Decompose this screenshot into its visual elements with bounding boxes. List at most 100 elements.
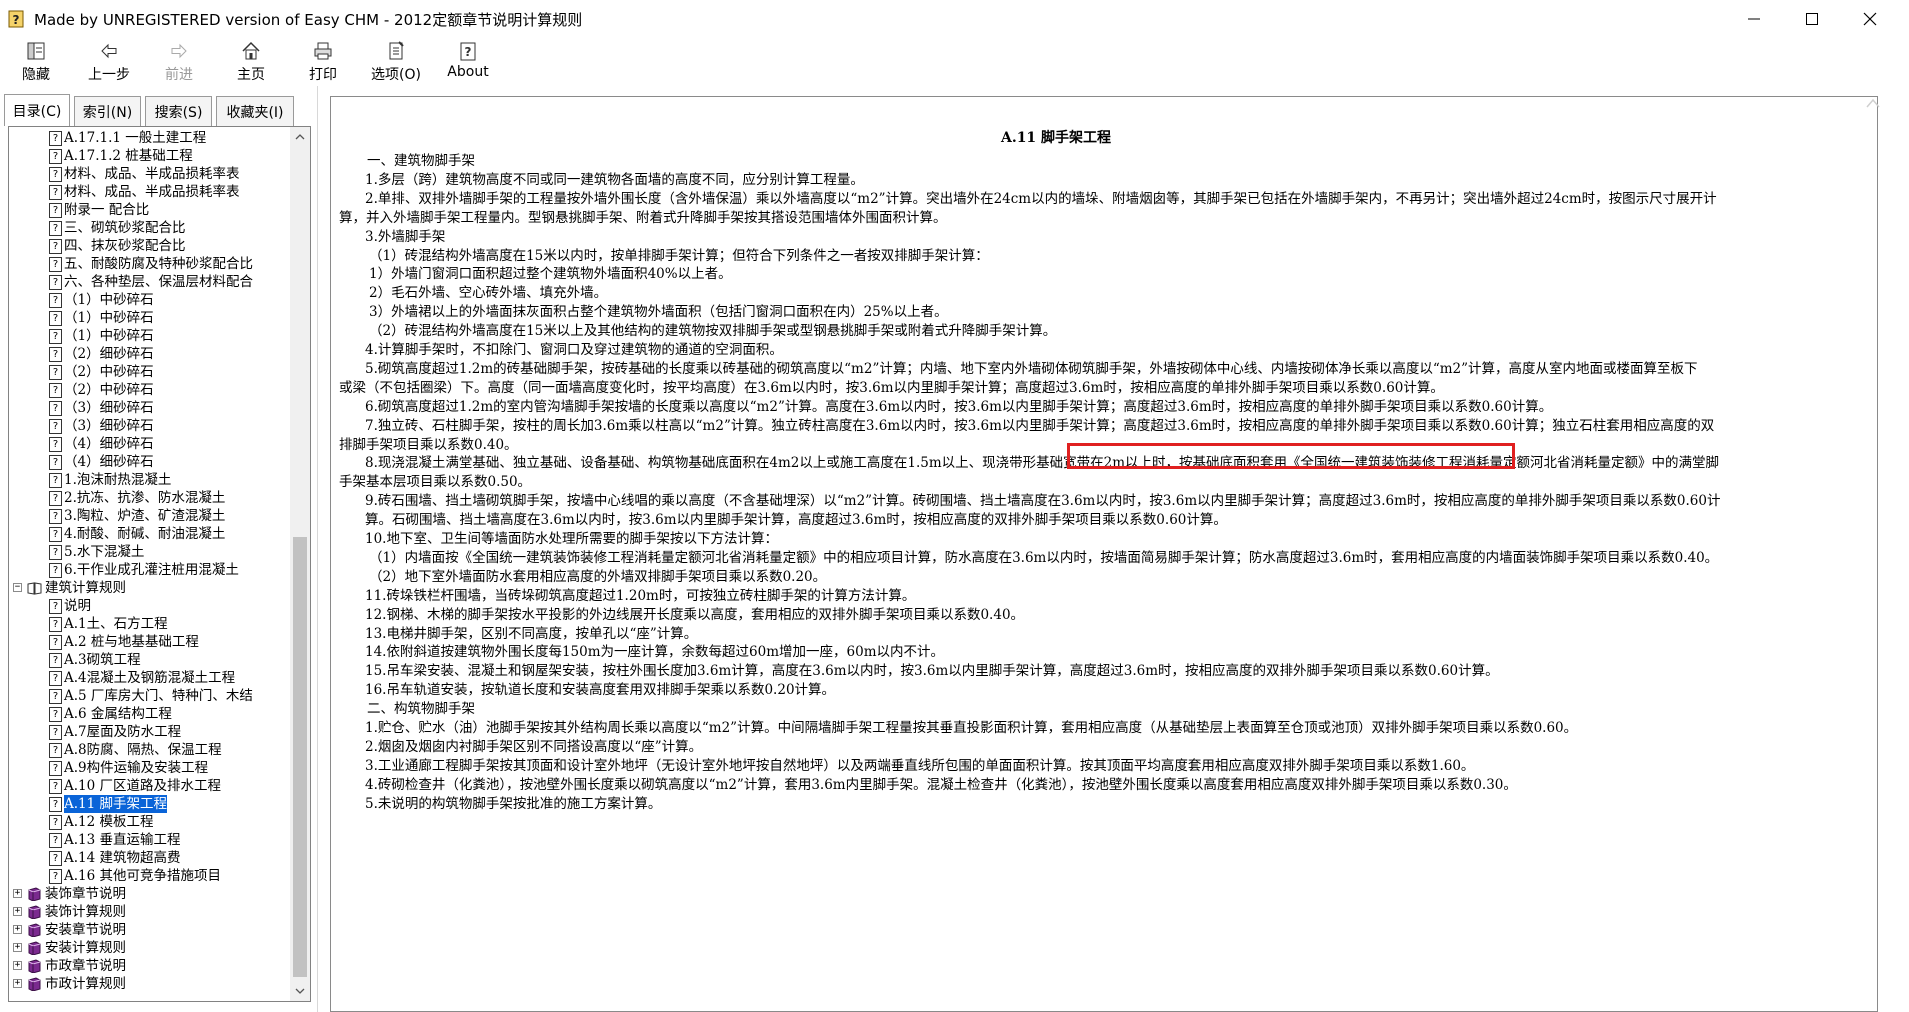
close-button[interactable] [1841,0,1899,38]
tree-item[interactable]: 安装计算规则 [27,939,126,957]
tree-item[interactable]: ? A.17.1.2 桩基础工程 [49,147,193,165]
topic-paragraph: 7.独立砖、石柱脚手架，按柱的周长加3.6m乘以柱高以“m2”计算。独立砖柱高度… [365,417,1715,434]
tab-favorites[interactable]: 收藏夹(I) [216,96,294,126]
tree-expander[interactable]: + [13,925,22,934]
help-topic-icon: ? [49,832,62,848]
tree-item[interactable]: ? A.17.1.1 一般土建工程 [49,129,206,147]
tree-item[interactable]: ? （2）中砂碎石 [49,363,154,381]
contents-tree: ? A.17.1.1 一般土建工程? A.17.1.2 桩基础工程? 材料、成品、半成… [8,126,311,1002]
forward-button[interactable]: 前进 [161,40,197,84]
tree-item[interactable]: ? 3.陶粒、炉渣、矿渣混凝土 [49,507,225,525]
minimize-button[interactable] [1725,0,1783,38]
about-button[interactable]: ? About [443,40,493,84]
topic-paragraph: （2）地下室外墙面防水套用相应高度的外墙双排脚手架项目乘以系数0.20。 [369,568,827,585]
content-scrollbar[interactable] [1858,86,1888,1012]
tree-item[interactable]: ? （4）细砂碎石 [49,453,154,471]
topic-paragraph: （1）内墙面按《全国统一建筑装饰装修工程消耗量定额河北省消耗量定额》中的相应项目… [369,549,1719,566]
tab-index[interactable]: 索引(N) [74,96,141,126]
tree-expander[interactable]: + [13,907,22,916]
tree-item[interactable]: ? 4.耐酸、耐碱、耐油混凝土 [49,525,225,543]
tree-item-selected[interactable]: ? A.11 脚手架工程 [49,795,168,813]
tree-item[interactable]: ? （1）中砂碎石 [49,327,154,345]
tree-expander[interactable]: + [13,961,22,970]
book-icon [28,905,41,919]
topic-paragraph: 算，并入外墙脚手架工程量内。型钢悬挑脚手架、附着式升降脚手架按其搭设范围墙体外围… [339,209,947,226]
tree-item[interactable]: ? （3）细砂碎石 [49,417,154,435]
tree-item[interactable]: ? 材料、成品、半成品损耗率表 [49,183,240,201]
help-topic-icon: ? [49,454,62,470]
tree-item[interactable]: ? 2.抗冻、抗渗、防水混凝土 [49,489,225,507]
tree-scroll-down-button[interactable] [290,981,310,1001]
options-button[interactable]: 选项(O) [368,40,424,84]
help-topic-icon: ? [49,490,62,506]
tree-item[interactable]: 装饰计算规则 [27,903,126,921]
tree-item[interactable]: ? A.7屋面及防水工程 [49,723,181,741]
tree-item[interactable]: ? （1）中砂碎石 [49,309,154,327]
tree-item-label: A.10 厂区道路及排水工程 [64,778,222,794]
tree-scrollbar[interactable] [290,127,310,1001]
about-label: About [447,64,489,80]
tree-scroll-up-button[interactable] [290,127,310,147]
maximize-button[interactable] [1783,0,1841,38]
tree-expander[interactable]: − [13,583,22,592]
topic-paragraph: 1）外墙门窗洞口面积超过整个建筑物外墙面积40%以上者。 [369,266,732,283]
tree-item[interactable]: ? A.10 厂区道路及排水工程 [49,777,221,795]
back-button[interactable]: 上一步 [85,40,133,84]
tree-item[interactable]: ? A.16 其他可竞争措施项目 [49,867,221,885]
home-button[interactable]: 主页 [233,40,269,84]
tree-item[interactable]: ? A.13 垂直运输工程 [49,831,181,849]
tree-item[interactable]: 市政章节说明 [27,957,126,975]
tree-item[interactable]: ? A.5 厂库房大门、特种门、木结 [49,687,253,705]
tree-item[interactable]: ? A.3砌筑工程 [49,651,141,669]
tree-item[interactable]: ? 附录一 配合比 [49,201,149,219]
topic-paragraph: 手架基本层项目乘以系数0.50。 [339,474,532,491]
tree-item[interactable]: ? 1.泡沫耐热混凝土 [49,471,171,489]
tree-item-label: （2）中砂碎石 [64,382,154,398]
tree-item[interactable]: ? （3）细砂碎石 [49,399,154,417]
tree-item[interactable]: ? A.2 桩与地基基础工程 [49,633,199,651]
tree-item[interactable]: ? 6.干作业成孔灌注桩用混凝土 [49,561,239,579]
tree-item[interactable]: 建筑计算规则 [27,579,126,597]
tree-expander[interactable]: + [13,979,22,988]
tree-item[interactable]: ? A.1土、石方工程 [49,615,168,633]
hide-button[interactable]: 隐藏 [18,40,54,84]
tree-item[interactable]: 安装章节说明 [27,921,126,939]
tree-item[interactable]: ? 五、耐酸防腐及特种砂浆配合比 [49,255,253,273]
tree-item[interactable]: ? A.4混凝土及钢筋混凝土工程 [49,669,235,687]
tree-item[interactable]: ? A.9构件运输及安装工程 [49,759,208,777]
tree-scroll-thumb[interactable] [293,537,307,977]
help-topic-icon: ? [49,508,62,524]
tree-item[interactable]: ? 5.水下混凝土 [49,543,144,561]
tree-item[interactable]: ? 材料、成品、半成品损耗率表 [49,165,240,183]
tree-item[interactable]: 市政计算规则 [27,975,126,993]
help-topic-icon: ? [49,274,62,290]
tree-expander[interactable]: + [13,943,22,952]
help-topic-icon: ? [49,184,62,200]
tree-item[interactable]: ? 三、砌筑砂浆配合比 [49,219,186,237]
tree-item-label: 装饰计算规则 [45,904,126,920]
help-topic-icon: ? [49,382,62,398]
toolbar: 隐藏 上一步 前进 主页 打印 选项(O) ? About [0,38,1909,86]
tree-item[interactable]: ? 说明 [49,597,91,615]
tree-item[interactable]: ? （1）中砂碎石 [49,291,154,309]
tab-contents[interactable]: 目录(C) [4,94,70,126]
help-topic-icon: ? [49,364,62,380]
tree-item[interactable]: 装饰章节说明 [27,885,126,903]
tree-item[interactable]: ? 四、抹灰砂浆配合比 [49,237,186,255]
tab-search[interactable]: 搜索(S) [145,96,212,126]
tree-expander[interactable]: + [13,889,22,898]
tree-item[interactable]: ? （4）细砂碎石 [49,435,154,453]
print-button[interactable]: 打印 [305,40,341,84]
tree-item[interactable]: ? 六、各种垫层、保温层材料配合 [49,273,253,291]
topic-paragraph: 6.砌筑高度超过1.2m的室内管沟墙脚手架按墙的长度乘以高度以“m2”计算。高度… [365,398,1553,415]
forward-arrow-icon [171,43,187,59]
tree-item[interactable]: ? （2）中砂碎石 [49,381,154,399]
help-topic-icon: ? [49,310,62,326]
tree-item[interactable]: ? A.8防腐、隔热、保温工程 [49,741,222,759]
tree-item[interactable]: ? A.12 模板工程 [49,813,154,831]
tree-item[interactable]: ? A.6 金属结构工程 [49,705,172,723]
tree-item[interactable]: ? A.14 建筑物超高费 [49,849,181,867]
back-arrow-icon [101,43,117,59]
chevron-up-icon[interactable] [1866,98,1880,108]
tree-item[interactable]: ? （2）细砂碎石 [49,345,154,363]
